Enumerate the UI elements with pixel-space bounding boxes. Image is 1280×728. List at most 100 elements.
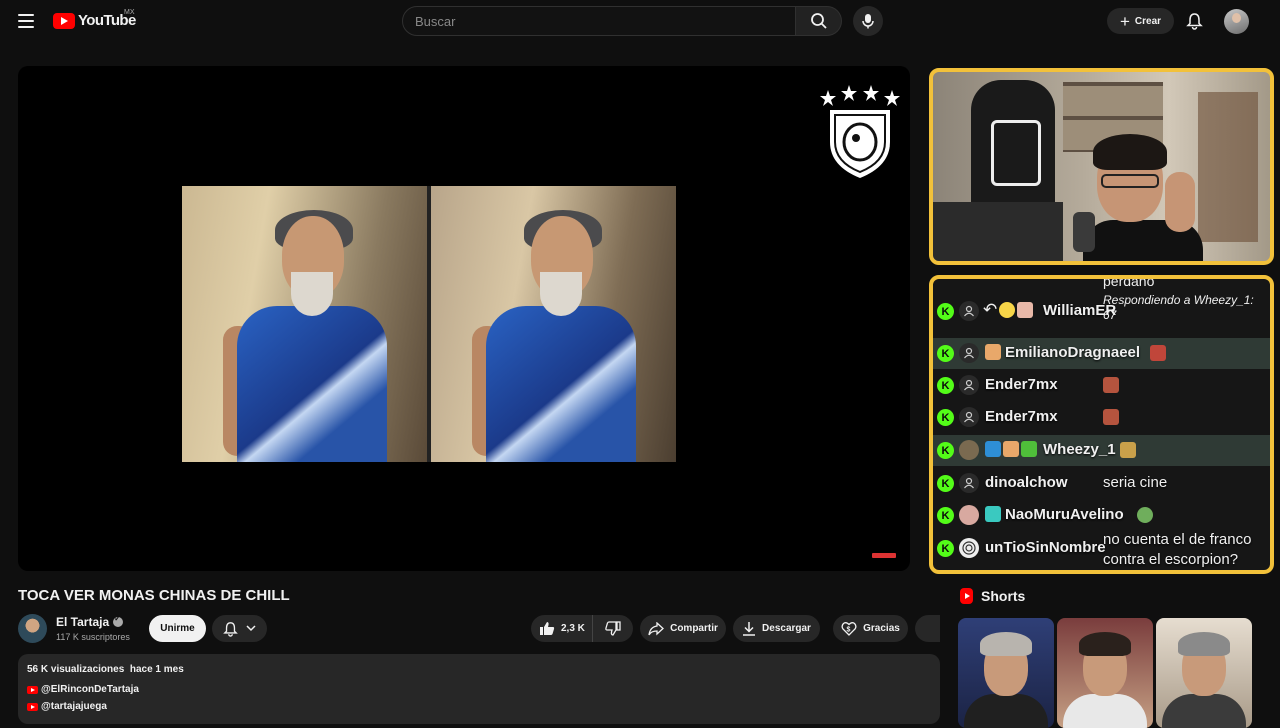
chat-username[interactable]: dinoalchow (985, 474, 1068, 491)
kick-icon: K (937, 442, 954, 459)
chat-message: K Ender7mx (933, 370, 1270, 401)
chat-message: K unTioSinNombre no cuenta el de franco … (933, 531, 1270, 570)
kick-icon: K (937, 507, 954, 524)
shorts-icon (960, 588, 973, 604)
create-label: Crear (1134, 15, 1162, 27)
kick-icon: K (937, 540, 954, 557)
emote-icon (1103, 377, 1119, 393)
channel-link-text: @ElRinconDeTartaja (41, 684, 139, 695)
chat-overflow-text: perdano (1103, 275, 1155, 289)
microphone-icon (862, 14, 874, 29)
kick-icon: K (937, 303, 954, 320)
user-badges (985, 344, 1001, 360)
video-clip-left (182, 186, 427, 462)
search-box (402, 6, 796, 36)
short-thumbnail[interactable] (958, 618, 1054, 728)
emote-icon (1103, 409, 1119, 425)
thumbs-down-icon (605, 621, 621, 636)
video-clip-right (431, 186, 676, 462)
upload-date: hace 1 mes (129, 664, 184, 675)
chat-text: no cuenta el de franco contra el escorpi… (1103, 531, 1252, 568)
user-icon (959, 343, 979, 363)
video-player[interactable] (18, 66, 910, 571)
create-button[interactable]: + Crear (1107, 8, 1174, 34)
join-button[interactable]: Unirme (149, 615, 206, 642)
shorts-heading: Shorts (981, 588, 1026, 604)
like-dislike-group: 2,3 K (531, 615, 633, 642)
reply-arrow-icon: ↶ (983, 300, 998, 319)
chat-message: K ↶ WilliamER Respondiendo a Wheezy_1: 6… (933, 293, 1270, 327)
chat-message: K Wheezy_1 (933, 435, 1270, 466)
chat-username[interactable]: Ender7mx (985, 376, 1058, 393)
chat-username[interactable]: NaoMuruAvelino (1005, 506, 1124, 523)
share-icon (648, 621, 665, 635)
share-label: Compartir (670, 623, 718, 634)
description-meta: 56 K visualizaciones hace 1 mes (27, 664, 184, 675)
youtube-icon (27, 702, 38, 711)
user-icon (959, 473, 979, 493)
account-avatar[interactable] (1224, 9, 1249, 34)
dislike-button[interactable] (593, 621, 633, 636)
thanks-button[interactable]: $ Gracias (833, 615, 908, 642)
description-link[interactable]: @tartajajuega (27, 701, 107, 712)
menu-icon[interactable] (18, 14, 34, 28)
like-button[interactable]: 2,3 K (531, 615, 593, 642)
download-icon (743, 622, 756, 636)
user-icon (959, 301, 979, 321)
search-input[interactable] (403, 7, 795, 35)
channel-name-text: El Tartaja (56, 615, 110, 629)
heart-dollar-icon: $ (841, 622, 857, 636)
share-button[interactable]: Compartir (640, 615, 726, 642)
voice-search-button[interactable] (853, 6, 883, 36)
chat-username[interactable]: unTioSinNombre (985, 539, 1106, 556)
chat-message: K Ender7mx (933, 402, 1270, 433)
chat-message: K EmilianoDragnaeel (933, 338, 1270, 369)
chat-username[interactable]: Ender7mx (985, 408, 1058, 425)
chat-message: K dinoalchow seria cine (933, 468, 1270, 499)
kick-icon: K (937, 377, 954, 394)
search-button[interactable] (796, 6, 842, 36)
region-code: MX (124, 9, 135, 16)
download-label: Descargar (762, 623, 811, 634)
download-button[interactable]: Descargar (733, 615, 820, 642)
svg-text:$: $ (847, 627, 851, 634)
user-avatar (959, 505, 979, 525)
channel-avatar[interactable] (18, 614, 47, 643)
thumbs-up-icon (540, 622, 555, 635)
video-title: TOCA VER MONAS CHINAS DE CHILL (18, 587, 290, 604)
like-count: 2,3 K (561, 623, 585, 634)
user-icon (959, 375, 979, 395)
subscriber-count: 117 K suscriptores (56, 632, 130, 642)
kick-icon: K (937, 345, 954, 362)
streamer-camera-feed (929, 68, 1274, 265)
user-icon (959, 407, 979, 427)
description-link[interactable]: @ElRinconDeTartaja (27, 684, 139, 695)
bell-icon (223, 621, 238, 637)
chat-username[interactable]: Wheezy_1 (1043, 441, 1116, 458)
youtube-play-icon (53, 12, 75, 29)
more-actions-button[interactable] (915, 615, 940, 642)
kick-icon: K (937, 409, 954, 426)
emote-icon (1137, 507, 1153, 523)
user-badges (985, 506, 1001, 522)
notifications-button[interactable] (1183, 10, 1205, 32)
short-thumbnail[interactable] (1156, 618, 1252, 728)
user-avatar (959, 440, 979, 460)
subscription-bell-button[interactable] (212, 615, 267, 642)
short-thumbnail[interactable] (1057, 618, 1153, 728)
subscribe-watermark[interactable] (872, 553, 896, 558)
top-bar: YouTube MX + Crear (0, 0, 1280, 42)
user-avatar (959, 538, 979, 558)
chat-username[interactable]: EmilianoDragnaeel (1005, 344, 1140, 361)
kick-icon: K (937, 475, 954, 492)
channel-name[interactable]: El Tartaja (56, 614, 124, 629)
thanks-label: Gracias (863, 623, 900, 634)
youtube-icon (27, 685, 38, 694)
chat-message: K NaoMuruAvelino (933, 500, 1270, 531)
user-badges (985, 441, 1037, 457)
description-box[interactable]: 56 K visualizaciones hace 1 mes @ElRinco… (18, 654, 940, 724)
emote-icon (1150, 345, 1166, 361)
channel-crest-watermark (820, 85, 900, 178)
emote-icon (1120, 442, 1136, 458)
reply-label: Respondiendo a Wheezy_1: 67 (1103, 293, 1254, 322)
